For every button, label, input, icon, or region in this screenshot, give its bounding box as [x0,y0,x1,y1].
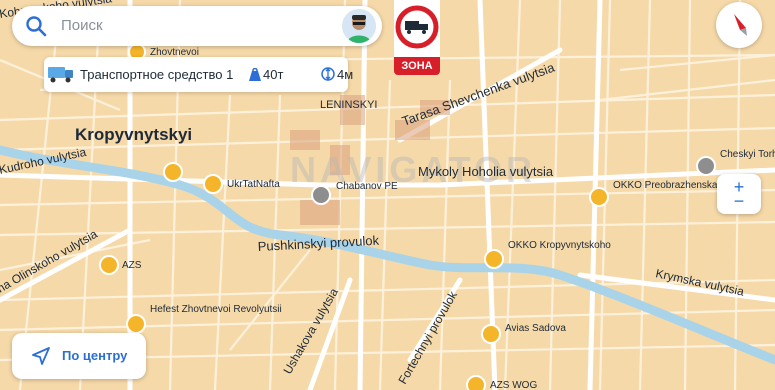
weight-icon [249,68,261,81]
vehicle-panel[interactable]: Транспортное средство 1 40т 4м [44,57,353,92]
vehicle-name: Транспортное средство 1 [80,67,234,82]
poi-label: UkrTatNafta [227,179,280,190]
zoom-out-button[interactable]: − [717,192,761,210]
street-label-hoholia: Mykoly Hoholia vulytsia [418,164,554,179]
zone-label: ЗОНА [394,57,440,75]
zoom-control[interactable]: + − [717,174,761,214]
navigation-arrow-icon [32,347,50,365]
search-icon [26,16,47,37]
search-bar[interactable]: Поиск [12,6,382,46]
center-button-label: По центру [62,348,128,363]
vehicle-height: 4м [337,67,354,82]
avatar[interactable] [342,9,376,43]
poi-label: Cheskyi Torhovyi [720,149,775,160]
poi-label: OKKO Preobrazhenska [613,180,718,191]
height-icon [321,67,335,81]
poi-label: Hefest Zhovtnevoi Revolyutsii [150,304,282,315]
poi-label: AZS [122,260,142,271]
poi-fuel[interactable] [163,162,183,182]
center-button[interactable]: По центру [12,333,146,379]
search-placeholder[interactable]: Поиск [61,17,103,34]
truck-icon [48,67,73,83]
poi-label: Chabanov PE [336,181,398,192]
zone-sign[interactable]: ЗОНА [394,0,440,75]
district-label: LENINSKYI [320,99,377,111]
no-trucks-sign-icon [394,0,440,58]
compass-icon [734,14,747,36]
avatar-icon [342,9,376,43]
poi-label: Avias Sadova [505,323,566,334]
city-label: Kropyvnytskyi [75,125,192,144]
poi-label: OKKO Kropyvnytskoho [508,240,611,251]
compass-button[interactable] [716,2,762,48]
poi-label: AZS WOG [490,380,537,390]
vehicle-weight: 40т [263,67,284,82]
